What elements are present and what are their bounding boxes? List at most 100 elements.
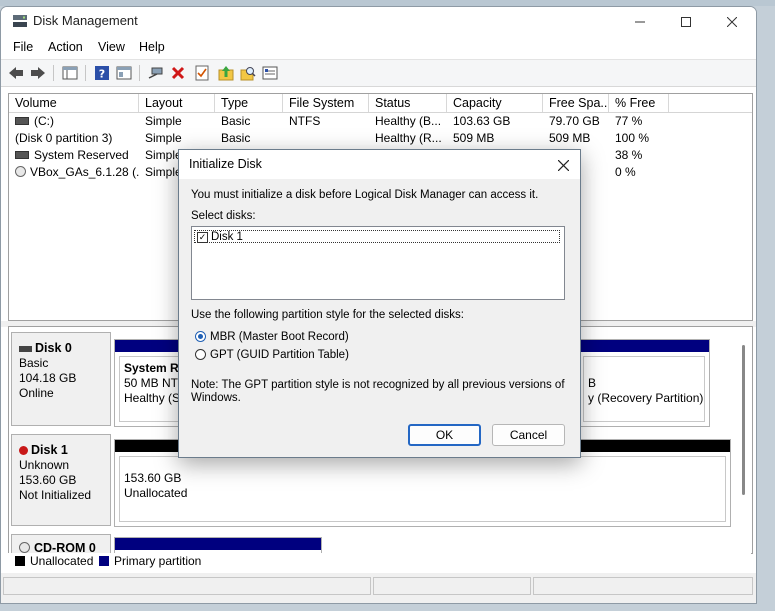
- cdrom-label[interactable]: CD-ROM 0: [11, 534, 111, 553]
- col-percent-free[interactable]: % Free: [609, 94, 669, 112]
- volume-name: System Reserved: [34, 148, 129, 162]
- capacity-cell: 103.63 GB: [453, 114, 511, 128]
- mbr-label: MBR (Master Boot Record): [210, 331, 349, 343]
- checklist-icon[interactable]: [193, 64, 211, 82]
- disk0-system-reserved-partition[interactable]: System Re 50 MB NTF Healthy (S: [114, 339, 184, 427]
- disk0-state: Online: [19, 386, 54, 400]
- menu-action[interactable]: Action: [48, 40, 83, 54]
- fs-cell: NTFS: [289, 114, 321, 128]
- partition-name: System Re: [124, 361, 179, 375]
- volume-name: (C:): [34, 114, 54, 128]
- delete-icon[interactable]: [169, 64, 187, 82]
- up-folder-icon[interactable]: [217, 64, 235, 82]
- pct-cell: 38 %: [615, 148, 643, 162]
- capacity-cell: 509 MB: [453, 131, 495, 145]
- status-cell: Healthy (R...: [375, 131, 442, 145]
- disk0-label[interactable]: Disk 0 Basic 104.18 GB Online: [11, 332, 111, 426]
- disk-1-label: Disk 1: [211, 231, 243, 243]
- col-file-system[interactable]: File System: [283, 94, 369, 112]
- status-pane: [373, 577, 531, 595]
- menu-help[interactable]: Help: [139, 40, 165, 54]
- layout-cell: Simple: [145, 114, 182, 128]
- disk-management-app-icon: [13, 15, 27, 27]
- disk1-type: Unknown: [19, 458, 70, 472]
- col-capacity[interactable]: Capacity: [447, 94, 543, 112]
- initialize-disk-dialog: Initialize Disk You must initialize a di…: [178, 149, 581, 458]
- ok-button[interactable]: OK: [408, 424, 481, 446]
- partition-detail: y (Recovery Partition): [588, 391, 704, 405]
- maximize-button[interactable]: [663, 7, 709, 37]
- partition-detail: B: [588, 376, 597, 390]
- volume-list-header: Volume Layout Type File System Status Ca…: [9, 94, 752, 113]
- volume-name: (Disk 0 partition 3): [15, 131, 113, 145]
- minimize-button[interactable]: [617, 7, 663, 37]
- title-bar: Disk Management: [1, 7, 756, 37]
- pct-cell: 100 %: [615, 131, 650, 145]
- close-window-button[interactable]: [709, 7, 755, 37]
- legend-unallocated: Unallocated: [30, 554, 94, 568]
- forward-icon[interactable]: [29, 64, 47, 82]
- disk-selection-list: ✓ Disk 1: [191, 226, 565, 300]
- close-icon: [557, 159, 569, 171]
- mbr-radio[interactable]: [195, 331, 206, 342]
- scrollbar-thumb[interactable]: [742, 345, 745, 495]
- partition-state: Unallocated: [124, 486, 188, 500]
- fs-cell: [283, 130, 369, 147]
- disk1-label[interactable]: Disk 1 Unknown 153.60 GB Not Initialized: [11, 434, 111, 526]
- col-status[interactable]: Status: [369, 94, 447, 112]
- toolbar: ?: [1, 59, 756, 87]
- col-type[interactable]: Type: [215, 94, 283, 112]
- window-title: Disk Management: [33, 13, 138, 28]
- cd-icon: [15, 166, 26, 178]
- table-row[interactable]: (C:) Simple Basic NTFS Healthy (B... 103…: [9, 113, 752, 130]
- free-cell: 79.70 GB: [549, 114, 600, 128]
- col-layout[interactable]: Layout: [139, 94, 215, 112]
- cancel-button[interactable]: Cancel: [492, 424, 565, 446]
- partition-style-label: Use the following partition style for th…: [191, 309, 464, 321]
- svg-text:?: ?: [99, 68, 105, 81]
- free-cell: 509 MB: [549, 131, 591, 145]
- disk0-recovery-partition[interactable]: B y (Recovery Partition): [578, 339, 710, 427]
- dialog-close-button[interactable]: [552, 154, 574, 176]
- gpt-note-line-1: Note: The GPT partition style is not rec…: [191, 379, 565, 391]
- disk0-type: Basic: [19, 356, 49, 370]
- disk-1-list-item[interactable]: ✓ Disk 1: [194, 230, 560, 243]
- table-row[interactable]: (Disk 0 partition 3) Simple Basic Health…: [9, 130, 752, 147]
- drive-icon: [15, 150, 29, 159]
- help-icon[interactable]: ?: [93, 64, 111, 82]
- col-free-space[interactable]: Free Spa...: [543, 94, 609, 112]
- disk-error-icon: [19, 446, 28, 456]
- partition-detail: 50 MB NTF: [124, 376, 179, 390]
- pct-cell: 77 %: [615, 114, 643, 128]
- cdrom-partition[interactable]: [114, 537, 322, 553]
- toolbar-separator: [139, 65, 140, 81]
- connect-icon[interactable]: [147, 64, 165, 82]
- partition-body: 153.60 GB Unallocated: [119, 456, 726, 522]
- dialog-title: Initialize Disk: [189, 157, 262, 171]
- partition-body: B y (Recovery Partition): [583, 356, 705, 422]
- console-tree-icon[interactable]: [61, 64, 79, 82]
- settings-icon[interactable]: [261, 64, 279, 82]
- unallocated-swatch: [15, 556, 25, 566]
- search-icon[interactable]: [239, 64, 257, 82]
- disk-icon: [19, 345, 32, 352]
- primary-partition-bar: [115, 340, 183, 352]
- disk1-state: Not Initialized: [19, 488, 92, 502]
- partition-size: 153.60 GB: [124, 471, 182, 485]
- col-volume[interactable]: Volume: [9, 94, 139, 112]
- volume-name: VBox_GAs_6.1.28 (...: [30, 165, 139, 179]
- maximize-icon: [681, 17, 691, 27]
- type-cell: Basic: [221, 114, 251, 128]
- gpt-radio[interactable]: [195, 349, 206, 360]
- back-icon[interactable]: [7, 64, 25, 82]
- cd-icon: [19, 542, 30, 553]
- menu-file[interactable]: File: [13, 40, 33, 54]
- disk0-name: Disk 0: [35, 341, 72, 355]
- gpt-note-line-2: Windows.: [191, 392, 241, 404]
- close-icon: [727, 17, 737, 27]
- disk-1-checkbox[interactable]: ✓: [197, 232, 208, 243]
- properties-icon[interactable]: [115, 64, 133, 82]
- menu-view[interactable]: View: [98, 40, 125, 54]
- pct-cell: 0 %: [615, 165, 636, 179]
- status-bar: [1, 573, 756, 603]
